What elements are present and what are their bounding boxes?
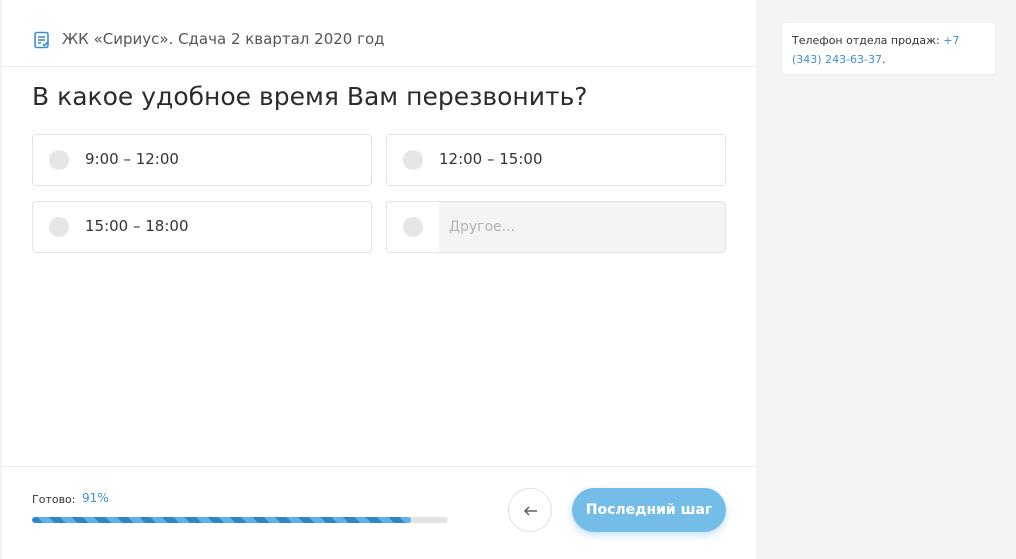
other-input[interactable]	[439, 202, 725, 252]
contact-suffix: .	[882, 53, 886, 66]
quiz-panel: ЖК «Сириус». Сдача 2 квартал 2020 год В …	[2, 0, 756, 559]
option-label: 15:00 – 18:00	[85, 217, 189, 235]
back-button[interactable]	[508, 488, 552, 532]
radio-button[interactable]	[403, 217, 423, 237]
quiz-footer: Готово: 91% Последний шаг	[2, 466, 756, 559]
radio-button[interactable]	[49, 150, 69, 170]
progress-value: 91%	[82, 491, 109, 505]
contact-card: Телефон отдела продаж: +7 (343) 243-63-3…	[782, 23, 995, 74]
document-list-icon	[34, 31, 49, 49]
quiz-title: ЖК «Сириус». Сдача 2 квартал 2020 год	[62, 30, 385, 48]
progress-bar	[32, 517, 448, 523]
progress-label: Готово:	[32, 493, 76, 506]
last-step-button[interactable]: Последний шаг	[572, 488, 726, 532]
question-title: В какое удобное время Вам перезвонить?	[32, 82, 588, 111]
contact-label: Телефон отдела продаж:	[792, 34, 940, 47]
radio-button[interactable]	[403, 150, 423, 170]
quiz-header: ЖК «Сириус». Сдача 2 квартал 2020 год	[2, 0, 756, 67]
option-label: 9:00 – 12:00	[85, 150, 179, 168]
radio-button[interactable]	[49, 217, 69, 237]
arrow-left-icon	[524, 506, 537, 516]
option-other[interactable]	[386, 201, 726, 253]
option-12-15[interactable]: 12:00 – 15:00	[386, 134, 726, 186]
option-9-12[interactable]: 9:00 – 12:00	[32, 134, 372, 186]
progress-fill	[32, 517, 411, 523]
option-15-18[interactable]: 15:00 – 18:00	[32, 201, 372, 253]
option-label: 12:00 – 15:00	[439, 150, 543, 168]
